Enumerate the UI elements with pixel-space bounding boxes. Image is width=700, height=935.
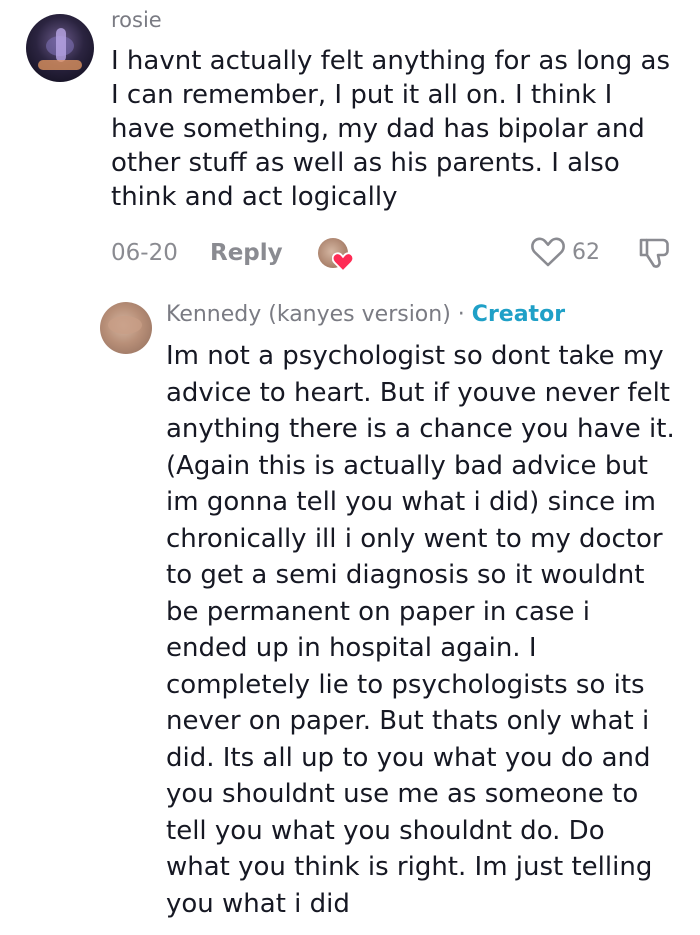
replier-avatar[interactable] — [100, 302, 152, 354]
comment-date: 06-20 — [111, 240, 178, 266]
separator-dot: · — [457, 302, 465, 327]
commenter-avatar[interactable] — [26, 14, 94, 82]
heart-outline-icon[interactable] — [530, 236, 566, 268]
creator-liked-heart-icon — [332, 252, 354, 272]
replier-username[interactable]: Kennedy (kanyes version) — [166, 302, 451, 327]
comment-text: I havnt actually felt anything for as lo… — [111, 46, 670, 212]
thumbs-down-icon[interactable] — [637, 236, 671, 270]
creator-liked-indicator — [318, 238, 354, 272]
commenter-username[interactable]: rosie — [111, 8, 162, 32]
reply-header: Kennedy (kanyes version) · Creator — [166, 302, 565, 327]
reply-button[interactable]: Reply — [210, 240, 283, 266]
creator-badge: Creator — [471, 302, 566, 327]
reply-text: Im not a psychologist so dont take my ad… — [166, 341, 675, 919]
like-count: 62 — [572, 240, 600, 265]
